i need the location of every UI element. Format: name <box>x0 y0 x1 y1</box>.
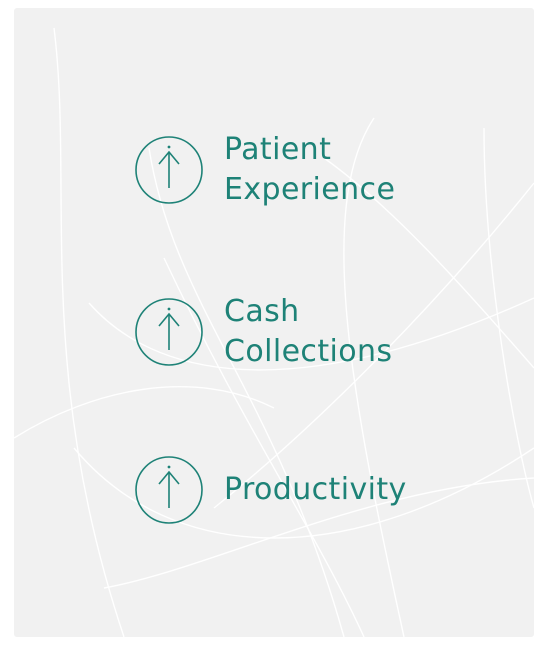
arrow-up-circle-icon <box>134 135 204 205</box>
metric-label: Productivity <box>224 470 407 510</box>
metric-label-line: Productivity <box>224 472 407 507</box>
metric-productivity: Productivity <box>134 455 407 525</box>
metric-label: Cash Collections <box>224 292 392 372</box>
metric-label-line: Patient <box>224 132 332 167</box>
metric-label-line: Cash <box>224 294 300 329</box>
metric-cash-collections: Cash Collections <box>134 292 392 372</box>
metric-label: Patient Experience <box>224 130 395 210</box>
arrow-up-circle-icon <box>134 297 204 367</box>
metric-label-line: Collections <box>224 334 393 369</box>
metric-patient-experience: Patient Experience <box>134 130 395 210</box>
metrics-card: Patient Experience Cash Collections Prod… <box>14 8 534 637</box>
metric-label-line: Experience <box>224 172 396 207</box>
arrow-up-circle-icon <box>134 455 204 525</box>
